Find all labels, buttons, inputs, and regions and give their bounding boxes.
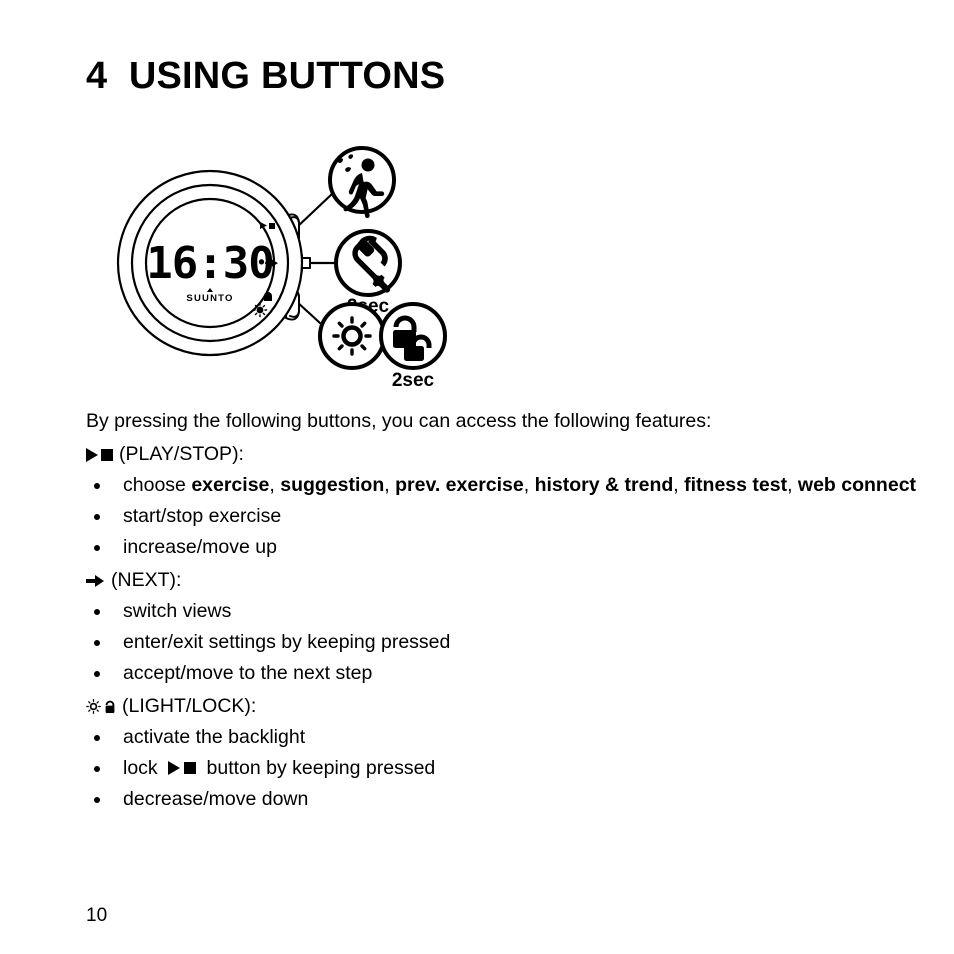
document-page: 4 USING BUTTONS 16:30 SUUNTO 2sec By pre… — [0, 0, 954, 954]
playstop-glyph-group — [86, 447, 113, 462]
stop-icon — [101, 448, 113, 461]
bullet-list-light-lock: activate the backlight lock button by ke… — [86, 722, 886, 815]
stop-icon — [184, 762, 197, 774]
bezel-lock-icon — [264, 292, 272, 301]
page-title: 4 USING BUTTONS — [86, 55, 446, 97]
list-item: accept/move to the next step — [86, 658, 886, 689]
watch-diagram-svg: 16:30 SUUNTO 2sec — [116, 146, 447, 391]
callout-light — [318, 302, 386, 370]
arrow-right-icon — [86, 574, 104, 587]
lightlock-glyph-group — [86, 699, 116, 714]
list-item: enter/exit settings by keeping pressed — [86, 627, 886, 658]
group-heading-label: (PLAY/STOP): — [119, 443, 244, 465]
page-number: 10 — [86, 905, 108, 926]
lock-text-suffix: button by keeping pressed — [201, 757, 436, 779]
sun-icon-circle — [318, 302, 386, 370]
body-text: By pressing the following buttons, you c… — [86, 406, 916, 815]
play-icon — [86, 447, 98, 462]
bullet-list-play-stop: choose exercise, suggestion, prev. exerc… — [86, 470, 916, 563]
lock-duration-label: 2sec — [392, 370, 435, 391]
bullet-list-next: switch views enter/exit settings by keep… — [86, 596, 886, 689]
lock-text-prefix: lock — [123, 757, 164, 779]
group-heading-light-lock: (LIGHT/LOCK): — [86, 691, 886, 722]
group-heading-label: (LIGHT/LOCK): — [122, 695, 257, 717]
sun-icon — [86, 699, 101, 714]
list-item: decrease/move down — [86, 784, 886, 815]
list-item: lock button by keeping pressed — [86, 753, 886, 784]
list-item: switch views — [86, 596, 886, 627]
group-heading-play-stop: (PLAY/STOP): — [86, 439, 886, 470]
watch-display-time: 16:30 — [146, 238, 273, 289]
bezel-light-icon — [252, 302, 268, 318]
list-item: choose exercise, suggestion, prev. exerc… — [86, 470, 923, 501]
play-icon — [168, 761, 181, 775]
lock-icon — [105, 700, 115, 713]
next-glyph-group — [86, 574, 105, 588]
intro-paragraph: By pressing the following buttons, you c… — [86, 410, 712, 432]
list-item: start/stop exercise — [86, 501, 886, 532]
watch-buttons-figure: 16:30 SUUNTO 2sec — [110, 138, 470, 393]
callout-lock: 2sec — [379, 302, 447, 391]
callout-runner — [328, 146, 396, 219]
group-heading-label: (NEXT): — [111, 569, 182, 591]
connector-line-runner — [294, 192, 334, 230]
list-item: increase/move up — [86, 532, 886, 563]
inline-playstop-glyph — [168, 761, 197, 775]
list-item: activate the backlight — [86, 722, 886, 753]
bullet-text-choose: choose exercise, suggestion, prev. exerc… — [123, 474, 917, 496]
group-heading-next: (NEXT): — [86, 565, 886, 596]
watch-brand-label: SUUNTO — [186, 293, 233, 304]
